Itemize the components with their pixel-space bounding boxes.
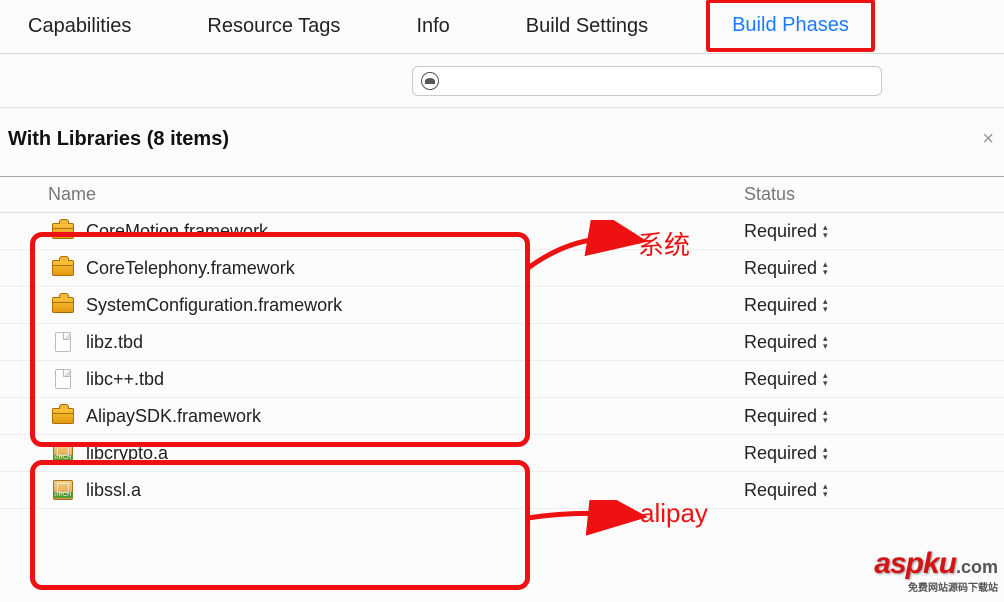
chevron-up-down-icon: ▴▾ bbox=[823, 334, 828, 350]
status-selector[interactable]: Required▴▾ bbox=[744, 480, 1004, 501]
tab-resource-tags[interactable]: Resource Tags bbox=[189, 0, 358, 53]
column-header-name[interactable]: Name bbox=[0, 184, 744, 205]
library-name: libcrypto.a bbox=[86, 443, 744, 464]
table-row[interactable]: libc++.tbd Required▴▾ bbox=[0, 361, 1004, 398]
editor-tab-bar: Capabilities Resource Tags Info Build Se… bbox=[0, 0, 1004, 54]
library-name: libz.tbd bbox=[86, 332, 744, 353]
table-row[interactable]: SystemConfiguration.framework Required▴▾ bbox=[0, 287, 1004, 324]
tab-info[interactable]: Info bbox=[398, 0, 467, 53]
chevron-up-down-icon: ▴▾ bbox=[823, 482, 828, 498]
framework-icon bbox=[48, 297, 78, 313]
libraries-table: Name Status CoreMotion.framework Require… bbox=[0, 176, 1004, 509]
chevron-up-down-icon: ▴▾ bbox=[823, 297, 828, 313]
archive-icon: ARCH bbox=[48, 480, 78, 500]
library-name: CoreMotion.framework bbox=[86, 221, 744, 242]
table-row[interactable]: ARCH libcrypto.a Required▴▾ bbox=[0, 435, 1004, 472]
file-icon bbox=[48, 369, 78, 389]
filter-input[interactable] bbox=[412, 66, 882, 96]
library-name: CoreTelephony.framework bbox=[86, 258, 744, 279]
chevron-up-down-icon: ▴▾ bbox=[823, 408, 828, 424]
table-row[interactable]: libz.tbd Required▴▾ bbox=[0, 324, 1004, 361]
tab-build-phases[interactable]: Build Phases bbox=[706, 0, 875, 52]
archive-icon: ARCH bbox=[48, 443, 78, 463]
chevron-up-down-icon: ▴▾ bbox=[823, 223, 828, 239]
status-selector[interactable]: Required▴▾ bbox=[744, 221, 1004, 242]
chevron-up-down-icon: ▴▾ bbox=[823, 371, 828, 387]
scope-icon bbox=[421, 72, 439, 90]
status-selector[interactable]: Required▴▾ bbox=[744, 258, 1004, 279]
framework-icon bbox=[48, 223, 78, 239]
chevron-up-down-icon: ▴▾ bbox=[823, 445, 828, 461]
library-name: SystemConfiguration.framework bbox=[86, 295, 744, 316]
status-selector[interactable]: Required▴▾ bbox=[744, 369, 1004, 390]
status-selector[interactable]: Required▴▾ bbox=[744, 443, 1004, 464]
status-selector[interactable]: Required▴▾ bbox=[744, 406, 1004, 427]
status-selector[interactable]: Required▴▾ bbox=[744, 332, 1004, 353]
table-row[interactable]: CoreMotion.framework Required▴▾ bbox=[0, 213, 1004, 250]
section-header: With Libraries (8 items) × bbox=[0, 108, 1004, 152]
table-header-row: Name Status bbox=[0, 177, 1004, 213]
close-icon[interactable]: × bbox=[982, 128, 994, 151]
tab-capabilities[interactable]: Capabilities bbox=[10, 0, 149, 53]
library-name: libc++.tbd bbox=[86, 369, 744, 390]
table-row[interactable]: CoreTelephony.framework Required▴▾ bbox=[0, 250, 1004, 287]
framework-icon bbox=[48, 260, 78, 276]
framework-icon bbox=[48, 408, 78, 424]
column-header-status[interactable]: Status bbox=[744, 184, 1004, 205]
tab-build-settings[interactable]: Build Settings bbox=[508, 0, 666, 53]
table-row[interactable]: ARCH libssl.a Required▴▾ bbox=[0, 472, 1004, 509]
library-name: AlipaySDK.framework bbox=[86, 406, 744, 427]
table-row[interactable]: AlipaySDK.framework Required▴▾ bbox=[0, 398, 1004, 435]
chevron-up-down-icon: ▴▾ bbox=[823, 260, 828, 276]
library-name: libssl.a bbox=[86, 480, 744, 501]
filter-row bbox=[0, 54, 1004, 108]
file-icon bbox=[48, 332, 78, 352]
section-title: With Libraries (8 items) bbox=[8, 128, 229, 151]
status-selector[interactable]: Required▴▾ bbox=[744, 295, 1004, 316]
watermark: aspku.com 免费网站源码下载站 bbox=[874, 547, 998, 594]
